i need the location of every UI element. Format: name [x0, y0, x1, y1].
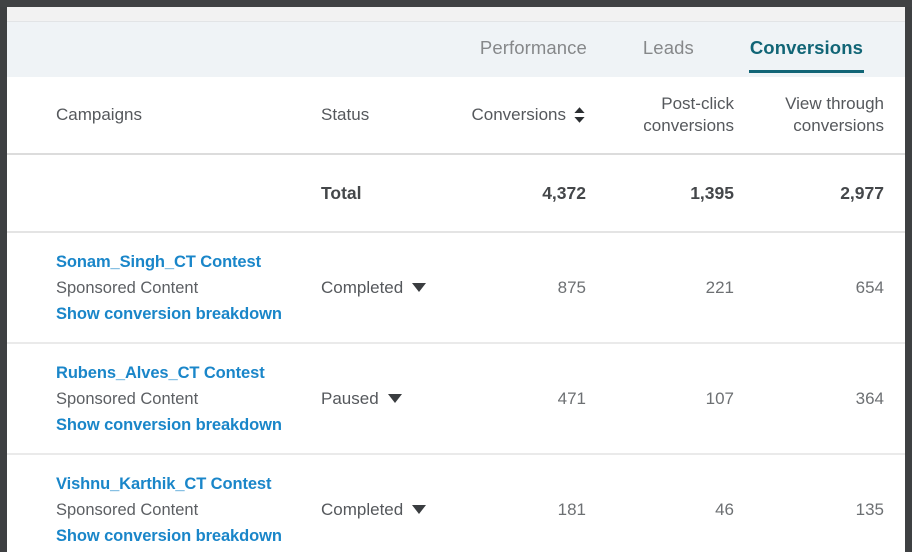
column-header-post-click-line1: Post-click: [661, 93, 734, 113]
table-header-row: Campaigns Status Conversions Post-click …: [7, 77, 905, 155]
total-row-view-through: 2,977: [840, 182, 884, 203]
toolbar-strip: [7, 7, 905, 22]
post-click-conversions-value: 46: [715, 499, 734, 519]
window-chrome-right-edge: [905, 0, 912, 552]
post-click-conversions-value: 221: [705, 277, 734, 297]
tab-leads-label: Leads: [642, 37, 694, 58]
tab-leads[interactable]: Leads: [643, 22, 694, 73]
chevron-down-icon: [412, 283, 427, 292]
column-header-view-through-conversions: View through conversions: [753, 77, 903, 153]
report-tab-bar: Performance Leads Conversions: [7, 22, 905, 77]
window-chrome-left-edge: [0, 0, 7, 552]
show-conversion-breakdown-link[interactable]: Show conversion breakdown: [56, 527, 282, 545]
conversions-value: 181: [557, 499, 586, 519]
column-header-status: Status: [307, 77, 457, 153]
campaign-name-link[interactable]: Sonam_Singh_CT Contest: [56, 253, 261, 271]
tab-performance-label: Performance: [479, 37, 587, 58]
post-click-conversions-value: 107: [705, 388, 734, 408]
column-header-campaigns: Campaigns: [7, 77, 307, 153]
tab-conversions[interactable]: Conversions: [748, 22, 865, 73]
status-cell: Completed: [307, 455, 457, 552]
view-through-conversions-value: 135: [855, 499, 884, 519]
campaign-type-label: Sponsored Content: [56, 389, 199, 408]
column-header-view-through-line1: View through: [785, 93, 884, 113]
column-header-status-label: Status: [321, 105, 370, 124]
app-window: Performance Leads Conversions Campaigns …: [0, 0, 912, 552]
status-dropdown[interactable]: Completed: [321, 277, 427, 298]
campaign-type-label: Sponsored Content: [56, 278, 199, 297]
table-row: Rubens_Alves_CT Contest Sponsored Conten…: [7, 344, 905, 455]
view-through-conversions-value: 364: [855, 388, 884, 408]
conversions-value: 471: [557, 388, 586, 408]
table-row: Vishnu_Karthik_CT Contest Sponsored Cont…: [7, 455, 905, 552]
window-chrome-top-edge: [0, 0, 912, 7]
tab-conversions-label: Conversions: [749, 37, 863, 58]
column-header-view-through-text: View through conversions: [785, 93, 884, 138]
total-row-conversions: 4,372: [542, 182, 586, 203]
status-label: Completed: [321, 277, 404, 297]
total-row-campaign-cell: [7, 155, 307, 231]
tab-performance[interactable]: Performance: [480, 22, 587, 73]
view-through-conversions-value: 654: [855, 277, 884, 297]
conversions-value: 875: [557, 277, 586, 297]
page-surface: Performance Leads Conversions Campaigns …: [7, 7, 905, 552]
conversions-table: Campaigns Status Conversions Post-click …: [7, 77, 905, 552]
show-conversion-breakdown-link[interactable]: Show conversion breakdown: [56, 305, 282, 323]
campaign-name-link[interactable]: Vishnu_Karthik_CT Contest: [56, 475, 272, 493]
campaign-name-link[interactable]: Rubens_Alves_CT Contest: [56, 364, 265, 382]
status-cell: Completed: [307, 233, 457, 342]
chevron-down-icon: [412, 505, 427, 514]
column-header-conversions-label: Conversions: [471, 105, 567, 124]
column-header-post-click-line2: conversions: [643, 116, 734, 135]
status-dropdown[interactable]: Completed: [321, 499, 427, 520]
column-header-view-through-line2: conversions: [793, 116, 884, 135]
total-row-post-click: 1,395: [690, 182, 734, 203]
column-header-conversions[interactable]: Conversions: [457, 77, 605, 153]
show-conversion-breakdown-link[interactable]: Show conversion breakdown: [56, 416, 282, 434]
total-row-label: Total: [321, 182, 362, 203]
column-header-post-click-text: Post-click conversions: [643, 93, 734, 138]
campaign-cell: Rubens_Alves_CT Contest Sponsored Conten…: [7, 344, 307, 453]
sort-updown-icon[interactable]: [573, 106, 586, 124]
campaign-cell: Sonam_Singh_CT Contest Sponsored Content…: [7, 233, 307, 342]
total-row-label-cell: Total: [307, 155, 457, 231]
table-total-row: Total 4,372 1,395 2,977: [7, 155, 905, 233]
status-cell: Paused: [307, 344, 457, 453]
campaign-type-label: Sponsored Content: [56, 500, 199, 519]
column-header-campaigns-label: Campaigns: [56, 105, 142, 124]
chevron-down-icon: [387, 394, 402, 403]
status-label: Completed: [321, 499, 404, 519]
status-dropdown[interactable]: Paused: [321, 389, 402, 409]
table-row: Sonam_Singh_CT Contest Sponsored Content…: [7, 233, 905, 344]
column-header-post-click-conversions: Post-click conversions: [605, 77, 753, 153]
campaign-cell: Vishnu_Karthik_CT Contest Sponsored Cont…: [7, 455, 307, 552]
status-label: Paused: [321, 388, 379, 408]
